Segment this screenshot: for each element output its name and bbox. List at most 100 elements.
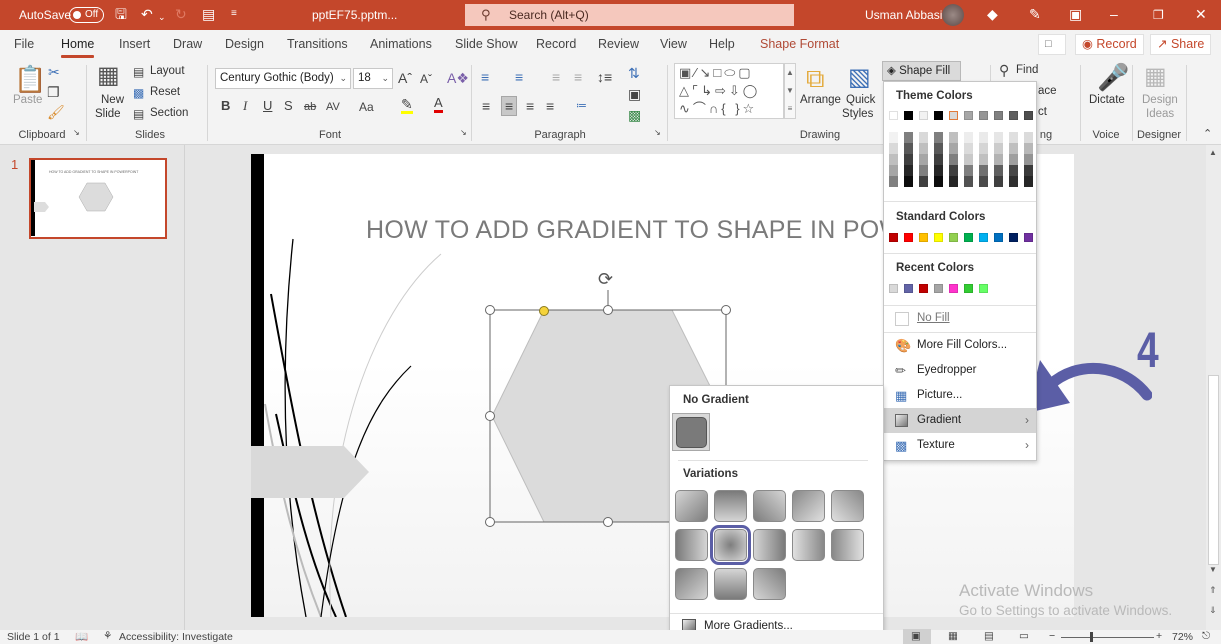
paste-button[interactable]: Paste (13, 94, 42, 106)
previous-slide-icon[interactable]: ⇑ (1209, 585, 1217, 596)
standard-color-swatch[interactable] (979, 233, 988, 242)
theme-shade-swatch[interactable] (919, 143, 928, 154)
theme-shade-swatch[interactable] (949, 176, 958, 187)
theme-shade-swatch[interactable] (1009, 132, 1018, 143)
theme-color-swatch[interactable] (889, 111, 898, 120)
microphone-icon[interactable]: 🎤 (1097, 62, 1129, 92)
zoom-in-button[interactable]: + (1156, 630, 1162, 642)
minimize-icon[interactable]: – (1110, 6, 1118, 22)
eyedropper-item[interactable]: ✏ Eyedropper (884, 358, 1036, 383)
quick-styles-button[interactable]: Quick (846, 94, 875, 106)
standard-color-swatch[interactable] (949, 233, 958, 242)
decrease-font-icon[interactable]: Aˇ (420, 71, 432, 87)
theme-shade-swatch[interactable] (1009, 165, 1018, 176)
gradient-item[interactable]: Gradient › (884, 408, 1036, 433)
reset-button[interactable]: Reset (150, 86, 180, 98)
theme-color-swatch[interactable] (1024, 111, 1033, 120)
align-left-icon[interactable]: ≡ (482, 98, 490, 114)
new-slide-icon[interactable]: ▦ (97, 63, 120, 89)
find-button[interactable]: Find (1016, 64, 1038, 76)
no-gradient-swatch[interactable] (672, 413, 710, 451)
theme-shade-swatch[interactable] (1024, 165, 1033, 176)
slide-sorter-icon[interactable]: ▦ (948, 630, 958, 642)
next-slide-icon[interactable]: ⇓ (1209, 605, 1217, 616)
bold-button[interactable]: B (221, 98, 230, 114)
redo-icon[interactable]: ↻ (175, 6, 187, 22)
gradient-variation-swatch[interactable] (714, 490, 747, 522)
theme-shade-swatch[interactable] (1009, 176, 1018, 187)
search-input[interactable]: ⚲ Search (Alt+Q) (465, 4, 794, 26)
theme-shade-swatch[interactable] (949, 143, 958, 154)
theme-color-swatch[interactable] (979, 111, 988, 120)
pen-icon[interactable]: ✎ (1029, 6, 1041, 22)
autosave-toggle[interactable]: Off (69, 7, 104, 23)
dialog-launcher-icon[interactable]: ↘ (654, 125, 661, 141)
ribbon-display-icon[interactable]: ▣ (1069, 6, 1082, 22)
shapes-gallery-scroll[interactable]: ▲ ▼ ≡ (784, 63, 796, 119)
theme-shade-swatch[interactable] (1009, 154, 1018, 165)
gradient-variation-swatch[interactable] (753, 568, 786, 600)
theme-shade-swatch[interactable] (979, 176, 988, 187)
record-button[interactable]: ◉ Record (1075, 34, 1144, 55)
dictate-button[interactable]: Dictate (1089, 94, 1125, 106)
format-painter-icon[interactable]: 🖌 (47, 104, 65, 120)
slide-thumbnail[interactable]: HOW TO ADD GRADIENT TO SHAPE IN POWERPOI… (29, 158, 167, 239)
align-text-icon[interactable]: ▣ (628, 86, 641, 102)
theme-shade-swatch[interactable] (994, 143, 1003, 154)
share-button[interactable]: ↗ Share (1150, 34, 1212, 55)
theme-shade-swatch[interactable] (964, 165, 973, 176)
theme-shade-swatch[interactable] (934, 143, 943, 154)
recent-color-swatch[interactable] (934, 284, 943, 293)
fit-to-window-icon[interactable]: ⎋ (1202, 630, 1210, 643)
font-color-icon[interactable]: A (434, 96, 443, 113)
tab-record[interactable]: Record (536, 37, 576, 51)
design-ideas-icon[interactable]: ▦ (1144, 62, 1167, 92)
tab-view[interactable]: View (660, 37, 687, 51)
replace-button[interactable]: ace (1038, 85, 1057, 97)
theme-shade-swatch[interactable] (994, 154, 1003, 165)
theme-shade-swatch[interactable] (934, 165, 943, 176)
theme-shade-swatch[interactable] (904, 176, 913, 187)
recent-color-swatch[interactable] (889, 284, 898, 293)
theme-shade-swatch[interactable] (949, 165, 958, 176)
theme-color-swatch[interactable] (964, 111, 973, 120)
gradient-variation-swatch[interactable] (714, 568, 747, 600)
standard-color-swatch[interactable] (964, 233, 973, 242)
clear-formatting-icon[interactable]: A❖ (447, 70, 469, 86)
zoom-level[interactable]: 72% (1172, 631, 1193, 643)
theme-shade-swatch[interactable] (904, 143, 913, 154)
theme-shade-swatch[interactable] (964, 143, 973, 154)
theme-color-swatch[interactable] (919, 111, 928, 120)
theme-shade-swatch[interactable] (889, 176, 898, 187)
arrange-button[interactable]: Arrange (800, 94, 841, 106)
zoom-slider-thumb[interactable] (1090, 632, 1093, 642)
shapes-gallery[interactable]: ▣∕↘□⬭▢ △⌜↳⇨⇩◯ ∿⌒∩{ }☆ (674, 63, 784, 119)
diamond-icon[interactable]: ◆ (987, 6, 998, 22)
theme-shade-swatch[interactable] (964, 132, 973, 143)
tab-review[interactable]: Review (598, 37, 639, 51)
theme-shade-swatch[interactable] (919, 132, 928, 143)
recent-color-swatch[interactable] (919, 284, 928, 293)
tab-draw[interactable]: Draw (173, 37, 202, 51)
text-direction-icon[interactable]: ⇅ (628, 65, 640, 81)
theme-shade-swatch[interactable] (934, 132, 943, 143)
theme-shade-swatch[interactable] (979, 154, 988, 165)
gradient-variation-swatch[interactable] (753, 490, 786, 522)
tab-animations[interactable]: Animations (370, 37, 432, 51)
theme-shade-swatch[interactable] (994, 176, 1003, 187)
theme-shade-swatch[interactable] (919, 176, 928, 187)
scroll-up-icon[interactable]: ▲ (1209, 148, 1217, 157)
theme-shade-swatch[interactable] (964, 176, 973, 187)
theme-shade-swatch[interactable] (904, 132, 913, 143)
no-fill-item[interactable]: No Fill (884, 306, 1036, 331)
theme-shade-swatch[interactable] (979, 165, 988, 176)
gradient-variation-swatch[interactable] (831, 490, 864, 522)
new-slide-button[interactable]: New (101, 94, 124, 106)
tab-slide-show[interactable]: Slide Show (455, 37, 518, 51)
theme-shade-swatch[interactable] (979, 132, 988, 143)
theme-shade-swatch[interactable] (919, 165, 928, 176)
theme-shade-swatch[interactable] (934, 176, 943, 187)
gradient-variation-swatch[interactable] (675, 568, 708, 600)
layout-button[interactable]: Layout (150, 65, 185, 77)
theme-color-swatch[interactable] (994, 111, 1003, 120)
